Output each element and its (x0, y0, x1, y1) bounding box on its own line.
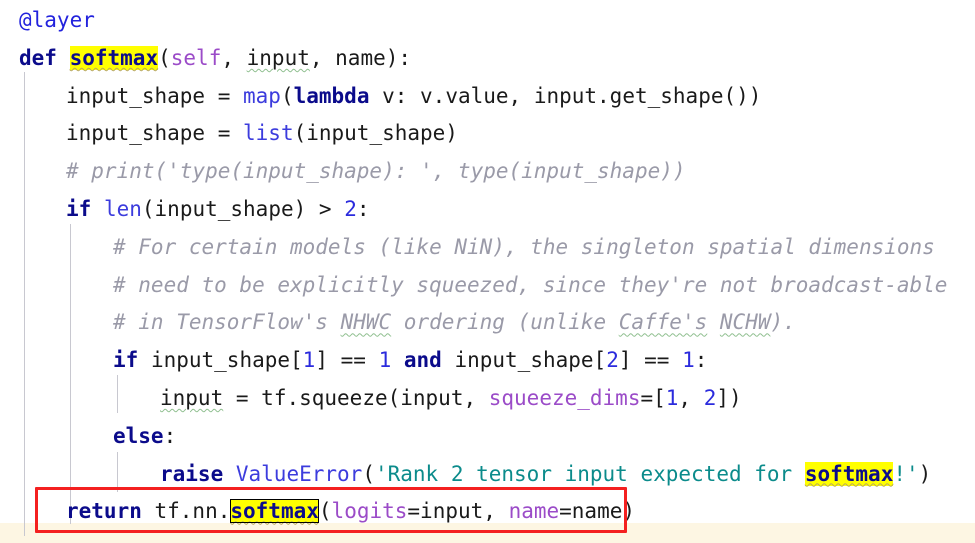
code-token: : (163, 423, 177, 448)
code-token: input_shape (66, 121, 218, 146)
code-token: tf.nn. (141, 499, 231, 524)
code-comment: # For certain models (like NiN), the sin… (113, 234, 935, 259)
code-comment: ordering (unlike (391, 310, 619, 335)
code-token: = (217, 83, 244, 108)
code-line[interactable]: @layer (0, 2, 975, 40)
code-token: 2 (703, 385, 717, 410)
code-keyword: else (113, 423, 164, 448)
search-match-current: softmax (230, 499, 319, 524)
code-comment (707, 310, 720, 334)
code-token: tf.squeeze(input, (261, 385, 489, 410)
code-keyword: and (403, 348, 442, 373)
code-keyword: name (508, 499, 560, 524)
code-token: =name) (559, 499, 635, 524)
code-token: ]) (716, 385, 742, 410)
code-content[interactable]: @layer def softmax(self, input, name): inp… (0, 0, 975, 543)
code-keyword: logits (331, 499, 408, 524)
code-token: 2 (606, 348, 619, 373)
code-token: ( (158, 45, 171, 70)
code-token: ( (280, 83, 294, 108)
code-line[interactable]: return tf.nn.softmax(logits=input, name=… (0, 493, 975, 531)
code-token: = (235, 385, 262, 410)
code-token: input_shape (66, 83, 218, 108)
code-comment: NCHW (719, 310, 771, 335)
code-string: 'Rank 2 tensor input expected for (374, 461, 805, 486)
code-keyword: squeeze_dims (488, 385, 641, 410)
code-token: , (221, 45, 247, 70)
code-token: map (243, 83, 281, 108)
code-token: name (335, 45, 386, 70)
code-token: ] (618, 348, 645, 373)
code-comment: Caffe's (618, 310, 708, 335)
code-line[interactable]: # For certain models (like NiN), the sin… (0, 229, 975, 267)
code-editor-screenshot: @layer def softmax(self, input, name): inp… (0, 0, 975, 543)
code-line[interactable]: # need to be explicitly squeezed, since … (0, 267, 975, 305)
code-keyword: if (66, 196, 92, 221)
code-token: v: v.value, input.get_shape()) (369, 83, 762, 108)
code-token: (input_shape) (293, 121, 458, 146)
code-comment: ). (770, 310, 796, 335)
code-comment: # in TensorFlow's (113, 310, 341, 335)
code-token: == (644, 348, 683, 373)
code-token: : (694, 348, 708, 373)
code-line[interactable]: # in TensorFlow's NHWC ordering (unlike … (0, 304, 975, 342)
code-token: ( (362, 461, 375, 486)
code-line[interactable]: # print('type(input_shape): ', type(inpu… (0, 153, 975, 191)
code-token: ): (385, 45, 412, 70)
code-line[interactable]: input_shape = list(input_shape) (0, 115, 975, 153)
code-token: = (217, 121, 244, 146)
code-token: (input_shape) (141, 196, 319, 221)
code-line[interactable]: if input_shape[1] == 1 and input_shape[2… (0, 342, 975, 380)
code-keyword: lambda (293, 83, 370, 108)
code-token: 1 (682, 348, 695, 373)
code-token: input (246, 45, 310, 70)
code-token: 1 (378, 348, 392, 373)
code-line[interactable]: raise ValueError('Rank 2 tensor input ex… (0, 456, 975, 494)
code-line[interactable]: else: (0, 418, 975, 456)
code-string: !' (893, 461, 919, 486)
code-token: ( (318, 499, 332, 524)
code-comment: # need to be explicitly squeezed, since … (113, 272, 948, 297)
code-token: =[ (640, 385, 666, 410)
code-token: : (356, 196, 370, 221)
search-match: softmax (69, 45, 159, 70)
code-line[interactable]: if len(input_shape) > 2: (0, 191, 975, 229)
code-keyword: def (19, 45, 57, 70)
code-token: @layer (19, 8, 95, 32)
code-line[interactable]: def softmax(self, input, name): (0, 40, 975, 78)
code-comment: NHWC (340, 310, 392, 335)
code-token: self (170, 45, 222, 70)
code-token: =input, (407, 499, 509, 524)
code-token: input_shape[ (441, 348, 607, 373)
code-line[interactable]: input = tf.squeeze(input, squeeze_dims=[… (0, 380, 975, 418)
code-token: input (160, 385, 224, 410)
code-line[interactable]: input_shape = map(lambda v: v.value, inp… (0, 78, 975, 116)
code-token: ) (918, 461, 932, 486)
code-token: ] (315, 348, 341, 373)
code-token: 1 (665, 385, 679, 410)
code-token: == (340, 348, 379, 373)
code-token: 1 (302, 348, 316, 373)
search-match: softmax (804, 461, 894, 486)
code-comment: # print('type(input_shape): ', type(inpu… (66, 159, 686, 184)
code-token: len (103, 196, 142, 221)
code-token: , (678, 385, 704, 410)
code-token: list (243, 121, 294, 146)
code-keyword: return (66, 499, 142, 524)
code-token: 2 (344, 196, 357, 221)
code-token: > (318, 196, 345, 221)
code-keyword: raise (160, 461, 224, 486)
code-token: ValueError (235, 461, 363, 486)
code-keyword: if (113, 348, 139, 373)
code-token: , (309, 45, 336, 70)
code-token: input_shape[ (138, 348, 303, 373)
